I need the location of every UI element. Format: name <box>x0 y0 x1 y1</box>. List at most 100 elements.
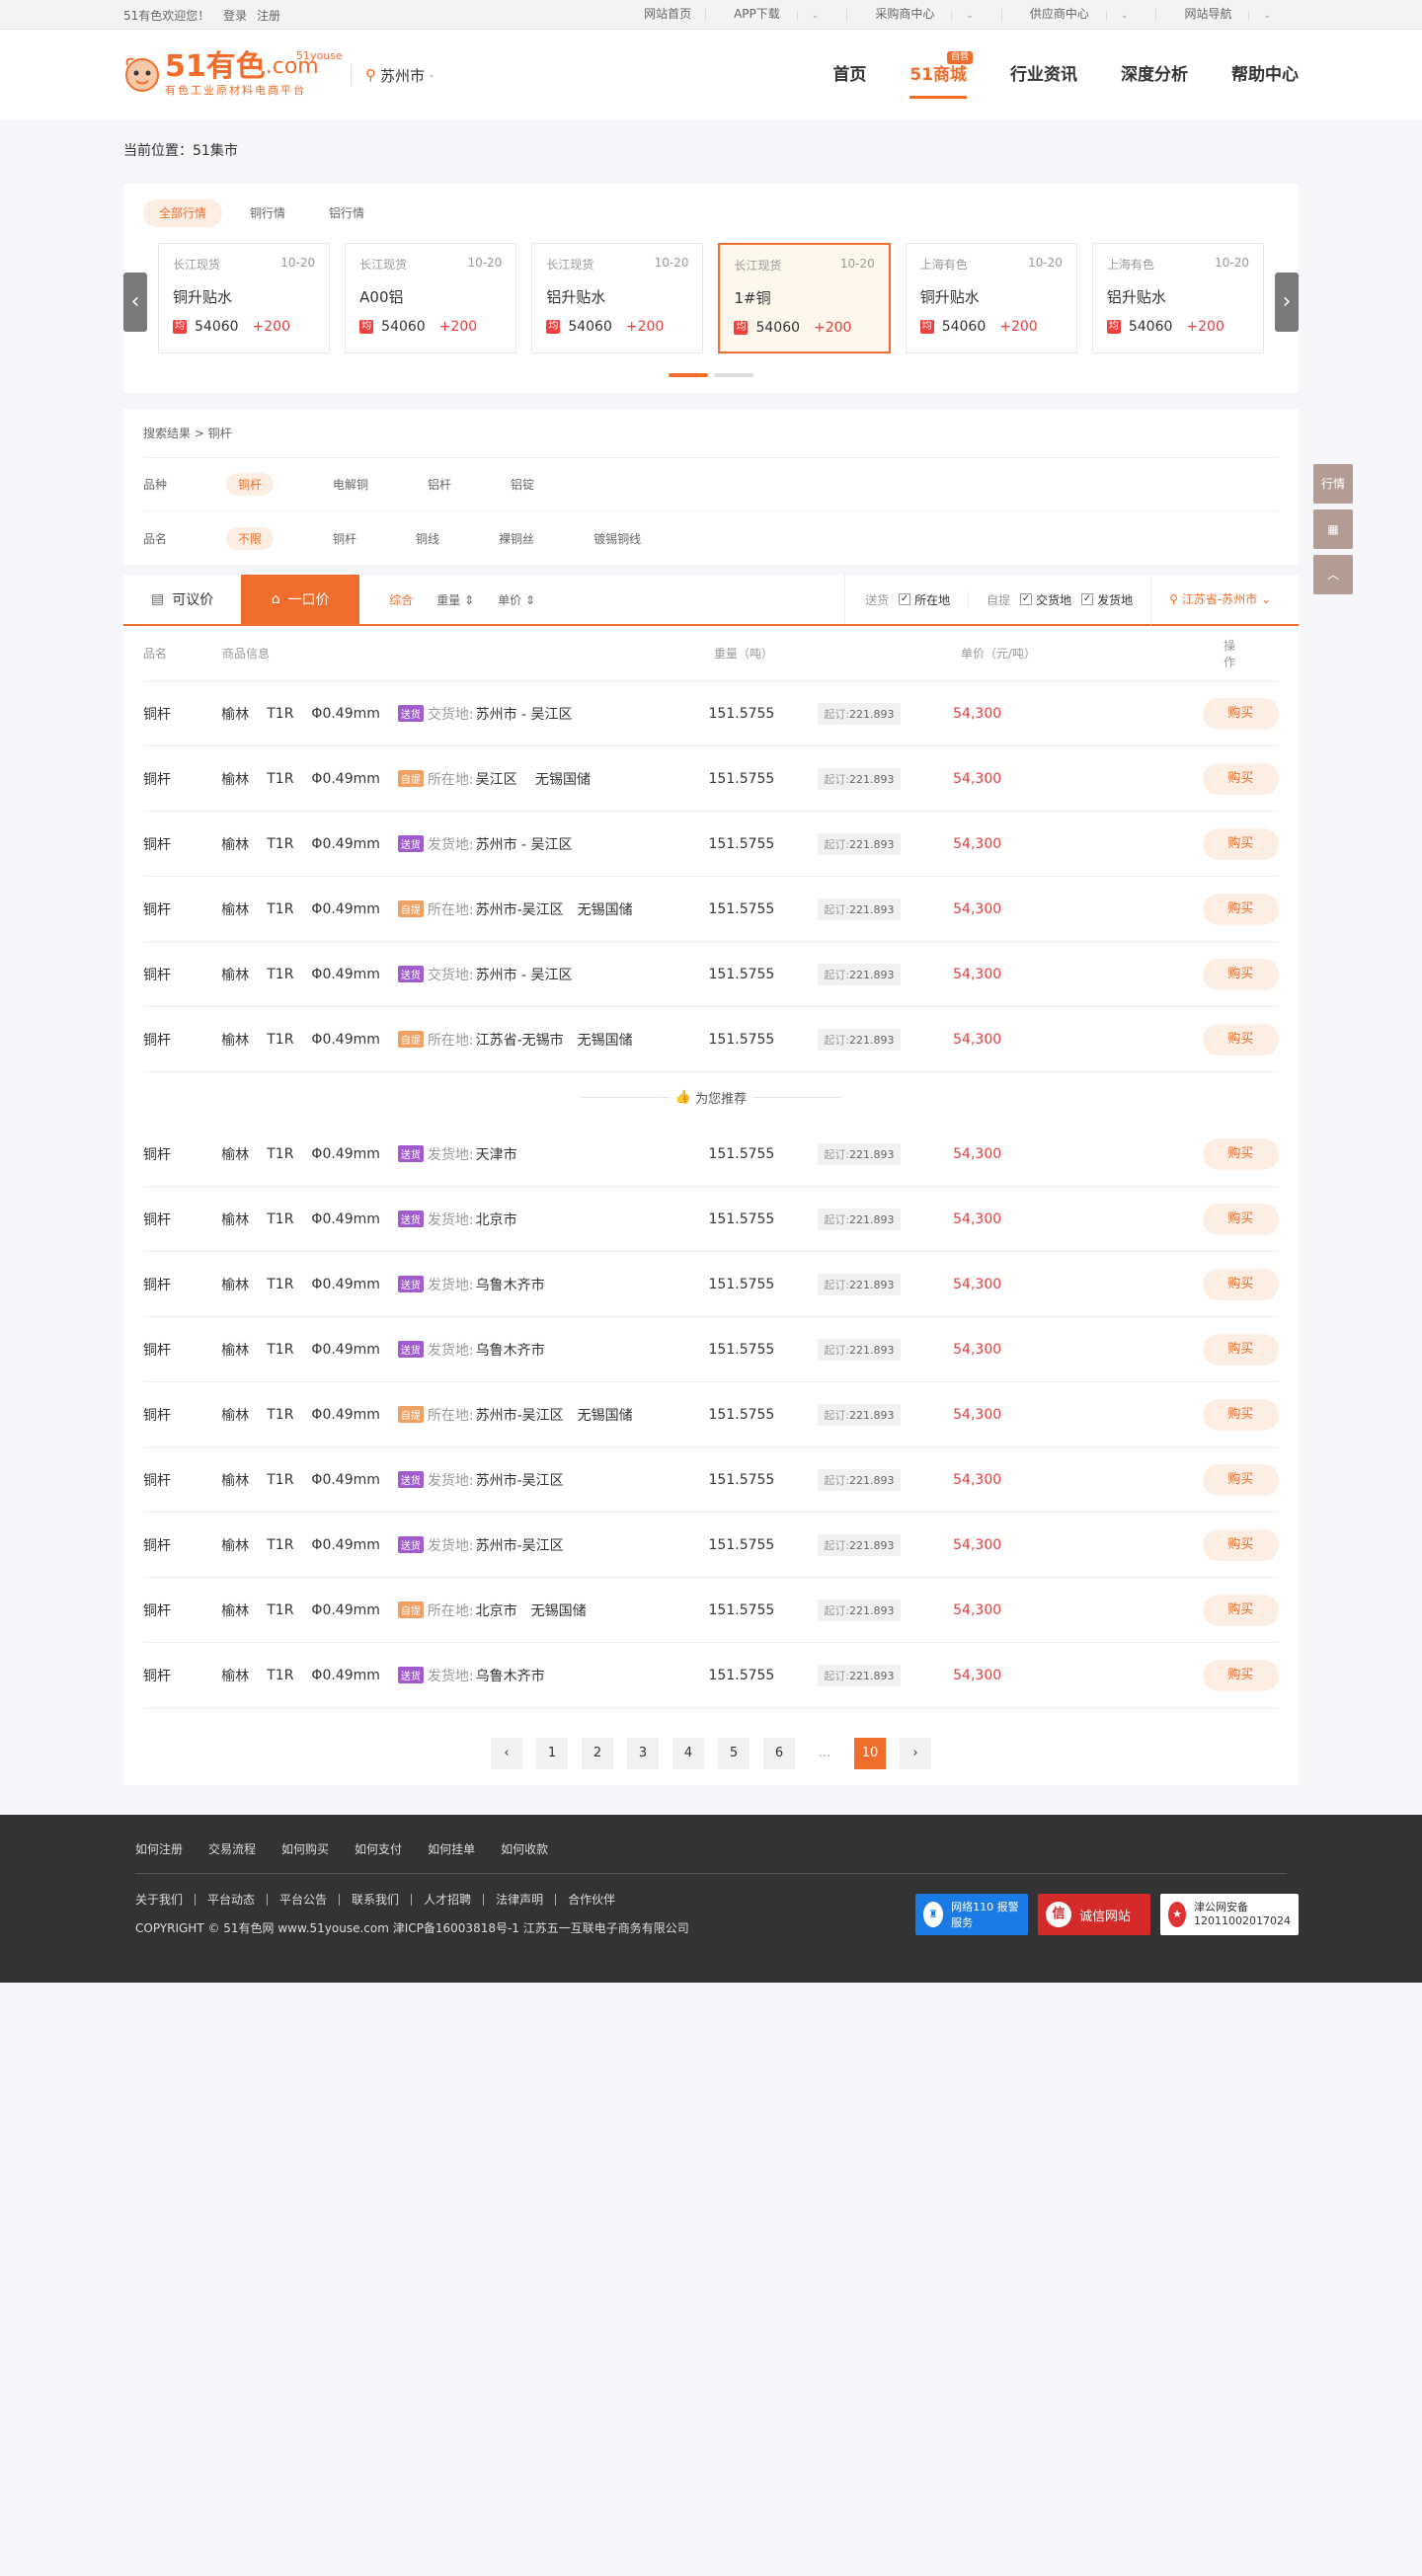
prev-page-button[interactable]: ‹ <box>491 1738 522 1769</box>
location-checkbox[interactable]: ✓ 所在地 <box>899 591 950 608</box>
delivery-tag: 送货 <box>397 835 424 852</box>
buy-button[interactable]: 购买 <box>1202 1594 1279 1626</box>
page-button[interactable]: 1 <box>536 1738 568 1769</box>
side-qr-button[interactable]: ▦ <box>1313 509 1353 549</box>
top-link-home[interactable]: 网站首页 <box>630 8 705 22</box>
nav-help[interactable]: 帮助中心 <box>1231 30 1299 120</box>
page-button[interactable]: 2 <box>582 1738 613 1769</box>
nav-mall[interactable]: 51商城 自营 <box>909 30 973 120</box>
buy-button[interactable]: 购买 <box>1202 1023 1279 1055</box>
sort-default[interactable]: 综合 <box>389 591 413 608</box>
buy-button[interactable]: 购买 <box>1202 1398 1279 1431</box>
side-market-button[interactable]: 行情 <box>1313 464 1353 504</box>
quote-card[interactable]: 长江现货 10-20 铜升贴水均 54060 +200 <box>158 243 331 353</box>
buy-button[interactable]: 购买 <box>1202 1268 1279 1300</box>
buy-button[interactable]: 购买 <box>1202 1333 1279 1366</box>
buy-button[interactable]: 购买 <box>1202 893 1279 925</box>
ship-place-checkbox[interactable]: ✓ 发货地 <box>1081 591 1133 608</box>
name-option[interactable]: 铜线 <box>416 528 439 549</box>
quote-card[interactable]: 长江现货 10-20 A00铝均 54060 +200 <box>345 243 517 353</box>
nav-news[interactable]: 行业资讯 <box>1010 30 1077 120</box>
min-order-value: 221.893 <box>849 1603 895 1617</box>
top-link-sitemap[interactable]: 网站导航 ⌄ <box>1155 8 1299 22</box>
footer-link[interactable]: 如何注册 <box>135 1840 183 1873</box>
product-price: 54,300 <box>953 900 1002 917</box>
quote-card[interactable]: 长江现货 10-20 1#铜均 54060 +200 <box>718 243 891 353</box>
buy-button[interactable]: 购买 <box>1202 1463 1279 1496</box>
region-selector[interactable]: ⚲ 江苏省-苏州市 ⌄ <box>1150 574 1271 625</box>
footer-link[interactable]: 如何收款 <box>501 1840 548 1873</box>
variety-option[interactable]: 铝杆 <box>428 474 451 495</box>
trusted-site-badge[interactable]: 信诚信网站 <box>1038 1894 1150 1935</box>
footer-link[interactable]: 交易流程 <box>208 1840 256 1873</box>
delivery-place-checkbox[interactable]: ✓ 交货地 <box>1020 591 1071 608</box>
footer-link[interactable]: 平台公告 <box>267 1894 339 1906</box>
delivery-tag: 送货 <box>397 1341 424 1358</box>
top-link-app[interactable]: APP下载 ⌄ <box>705 8 846 22</box>
footer-link[interactable]: 如何挂单 <box>428 1840 475 1873</box>
carousel-prev-button[interactable]: ‹ <box>123 273 147 332</box>
sort-weight[interactable]: 重量 ⇕ <box>436 591 474 608</box>
variety-option[interactable]: 电解铜 <box>333 474 368 495</box>
buy-button[interactable]: 购买 <box>1202 697 1279 730</box>
mascot-icon <box>125 57 159 92</box>
top-link-supplier[interactable]: 供应商中心 ⌄ <box>1000 8 1156 22</box>
footer-link[interactable]: 合作伙伴 <box>555 1894 627 1906</box>
footer-link[interactable]: 联系我们 <box>339 1894 411 1906</box>
variety-option[interactable]: 铜杆 <box>226 473 275 496</box>
tab-fixed-price[interactable]: ⌂ 一口价 <box>241 575 360 624</box>
carousel-dot[interactable] <box>669 373 708 377</box>
product-info: 榆林 T1R Φ0.49mm 自提 所在地: 苏州市-吴江区 无锡国储 <box>221 899 708 919</box>
footer-link[interactable]: 如何购买 <box>281 1840 329 1873</box>
product-brand: 榆林 <box>221 1537 250 1554</box>
buy-button[interactable]: 购买 <box>1202 762 1279 795</box>
buy-button[interactable]: 购买 <box>1202 827 1279 860</box>
quote-card[interactable]: 上海有色 10-20 铝升贴水均 54060 +200 <box>1091 243 1265 353</box>
quote-card[interactable]: 上海有色 10-20 铜升贴水均 54060 +200 <box>905 243 1077 353</box>
page-button[interactable]: 3 <box>627 1738 659 1769</box>
page-button[interactable]: 6 <box>763 1738 795 1769</box>
product-size: Φ0.49mm <box>311 1145 380 1162</box>
footer-link[interactable]: 如何支付 <box>355 1840 402 1873</box>
quote-card[interactable]: 长江现货 10-20 铝升贴水均 54060 +200 <box>531 243 704 353</box>
name-option[interactable]: 铜杆 <box>333 528 356 549</box>
tab-negotiable[interactable]: ▤ 可议价 <box>123 575 241 624</box>
page-button[interactable]: 5 <box>718 1738 750 1769</box>
current-page-button[interactable]: 10 <box>854 1738 886 1769</box>
back-to-top-button[interactable]: ︿ <box>1313 555 1353 594</box>
public-security-badge[interactable]: ★ 津公网安备 12011002017024 <box>1160 1894 1299 1935</box>
quote-name: 1#铜 <box>734 289 771 307</box>
name-option[interactable]: 不限 <box>226 526 275 550</box>
login-link[interactable]: 登录 <box>223 9 247 23</box>
footer-link[interactable]: 法律声明 <box>483 1894 555 1906</box>
buy-button[interactable]: 购买 <box>1202 958 1279 990</box>
tab-aluminum-market[interactable]: 铝行情 <box>313 199 380 227</box>
location-label: 所在地: <box>427 1602 474 1619</box>
buy-button[interactable]: 购买 <box>1202 1137 1279 1170</box>
sort-price[interactable]: 单价 ⇕ <box>498 591 535 608</box>
footer-link[interactable]: 平台动态 <box>195 1894 267 1906</box>
nav-home[interactable]: 首页 <box>832 30 866 120</box>
nav-analysis[interactable]: 深度分析 <box>1121 30 1188 120</box>
register-link[interactable]: 注册 <box>257 9 280 23</box>
page-button[interactable]: 4 <box>672 1738 704 1769</box>
carousel-dot[interactable] <box>714 373 753 377</box>
tab-all-market[interactable]: 全部行情 <box>143 199 223 227</box>
police-110-badge[interactable]: ♜ 网络110 报警服务 <box>915 1894 1028 1935</box>
name-option[interactable]: 镀锡铜线 <box>593 528 641 549</box>
top-link-buyer[interactable]: 采购商中心 ⌄ <box>846 8 1001 22</box>
location-label: 发货地: <box>427 1537 474 1554</box>
name-option[interactable]: 裸铜丝 <box>499 528 534 549</box>
footer-link[interactable]: 关于我们 <box>135 1894 195 1906</box>
buy-button[interactable]: 购买 <box>1202 1528 1279 1561</box>
footer-link[interactable]: 人才招聘 <box>411 1894 483 1906</box>
tab-copper-market[interactable]: 铜行情 <box>234 199 301 227</box>
variety-option[interactable]: 铝锭 <box>511 474 534 495</box>
buy-button[interactable]: 购买 <box>1202 1203 1279 1235</box>
city-selector[interactable]: ⚲ 苏州市 ⌄ <box>351 64 435 86</box>
product-name: 铜杆 <box>143 1407 171 1424</box>
main-nav: 首页 51商城 自营 行业资讯 深度分析 帮助中心 <box>789 30 1299 120</box>
carousel-next-button[interactable]: › <box>1275 273 1299 332</box>
next-page-button[interactable]: › <box>900 1738 931 1769</box>
buy-button[interactable]: 购买 <box>1202 1659 1279 1691</box>
